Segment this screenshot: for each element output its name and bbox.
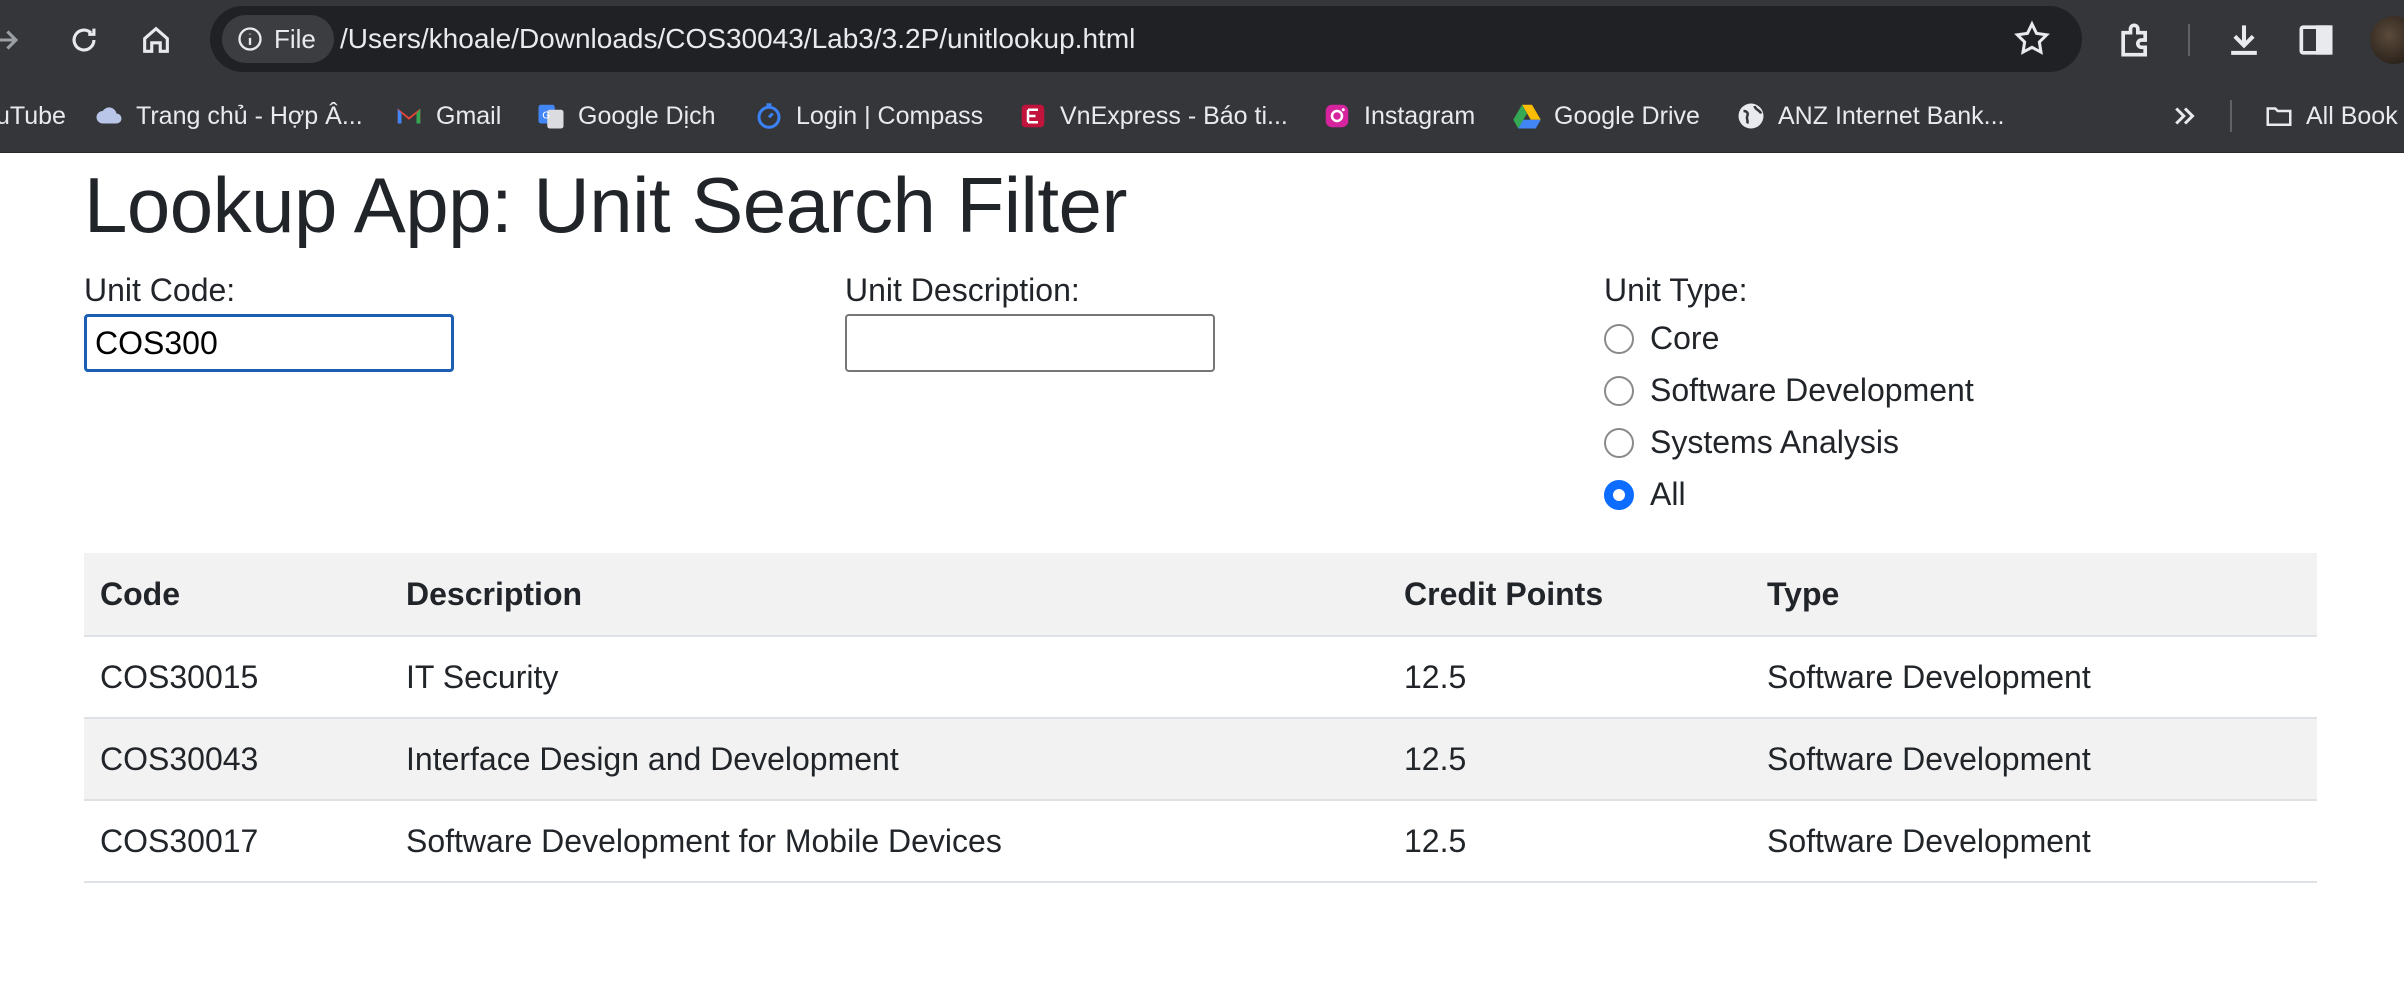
file-chip-label: File (274, 23, 316, 54)
bookmark-google-translate[interactable]: G Google Dịch (536, 80, 716, 152)
instagram-icon (1322, 101, 1352, 131)
bookmark-trang-chu[interactable]: Trang chủ - Hợp Â... (94, 80, 363, 152)
google-drive-icon (1512, 101, 1542, 131)
cell-description: Interface Design and Development (390, 718, 1388, 801)
cell-credit-points: 12.5 (1388, 636, 1751, 719)
compass-icon (754, 101, 784, 131)
extensions-icon[interactable] (2114, 18, 2158, 62)
units-table: Code Description Credit Points Type COS3… (84, 553, 2317, 883)
radio-core[interactable] (1604, 323, 1634, 354)
cell-type: Software Development (1751, 718, 2317, 801)
table-row: COS30043 Interface Design and Developmen… (84, 718, 2317, 801)
bookmark-compass[interactable]: Login | Compass (754, 80, 983, 152)
cell-description: Software Development for Mobile Devices (390, 800, 1388, 883)
cell-code: COS30017 (84, 800, 390, 883)
table-header-row: Code Description Credit Points Type (84, 553, 2317, 637)
radio-option-systems-analysis[interactable]: Systems Analysis (1604, 424, 1899, 461)
bookmark-label: All Book (2306, 101, 2398, 130)
site-info-chip[interactable]: File (222, 15, 334, 63)
bookmark-star-icon[interactable] (2012, 19, 2052, 59)
info-icon (238, 27, 262, 51)
more-bookmarks-button[interactable] (2170, 80, 2200, 152)
bookmark-all-bookmarks[interactable]: All Book (2264, 80, 2398, 152)
bookmark-label: VnExpress - Báo ti... (1060, 101, 1288, 130)
radio-software-development[interactable] (1604, 375, 1634, 406)
cell-credit-points: 12.5 (1388, 718, 1751, 801)
page-title: Lookup App: Unit Search Filter (84, 161, 1127, 249)
chevron-double-right-icon (2170, 101, 2200, 131)
cloud-icon (94, 101, 124, 131)
bookmarks-divider (2230, 100, 2232, 132)
profile-avatar[interactable] (2370, 16, 2404, 64)
forward-icon[interactable] (0, 12, 34, 68)
radio-label-software-development: Software Development (1650, 372, 1974, 408)
home-icon[interactable] (128, 12, 184, 68)
bookmark-gmail[interactable]: Gmail (394, 80, 501, 152)
bookmark-label: Instagram (1364, 101, 1476, 130)
radio-all[interactable] (1604, 479, 1634, 510)
bookmarks-bar: uTube Trang chủ - Hợp Â... Gmail G Googl… (0, 80, 2404, 153)
cell-type: Software Development (1751, 800, 2317, 883)
browser-toolbar: File /Users/khoale/Downloads/COS30043/La… (0, 0, 2404, 80)
bookmark-label: Gmail (436, 101, 502, 130)
bookmark-anz[interactable]: ANZ Internet Bank... (1736, 80, 2005, 152)
bookmark-label: Google Drive (1554, 101, 1700, 130)
unit-code-label: Unit Code: (84, 272, 236, 308)
radio-label-core: Core (1650, 320, 1720, 356)
bookmark-label: Login | Compass (796, 101, 984, 130)
unit-type-label: Unit Type: (1604, 272, 1748, 308)
address-bar[interactable]: File /Users/khoale/Downloads/COS30043/La… (210, 6, 2082, 72)
table-row: COS30017 Software Development for Mobile… (84, 800, 2317, 883)
bookmark-youtube[interactable]: uTube (0, 80, 66, 152)
header-code: Code (84, 553, 390, 637)
folder-icon (2264, 101, 2294, 131)
globe-icon (1736, 101, 1766, 131)
bookmark-label: Google Dịch (578, 101, 716, 130)
bookmark-vnexpress[interactable]: VnExpress - Báo ti... (1018, 80, 1288, 152)
radio-label-systems-analysis: Systems Analysis (1650, 424, 1899, 460)
radio-option-software-development[interactable]: Software Development (1604, 372, 1974, 409)
bookmark-label: uTube (0, 101, 66, 130)
cell-type: Software Development (1751, 636, 2317, 719)
bookmark-label: Trang chủ - Hợp Â... (136, 101, 363, 130)
reload-icon[interactable] (56, 12, 112, 68)
download-icon[interactable] (2222, 18, 2266, 62)
toolbar-divider (2188, 24, 2190, 56)
cell-code: COS30015 (84, 636, 390, 719)
header-credit-points: Credit Points (1388, 553, 1751, 637)
bookmark-label: ANZ Internet Bank... (1778, 101, 2005, 130)
radio-systems-analysis[interactable] (1604, 427, 1634, 458)
header-description: Description (390, 553, 1388, 637)
unit-code-input[interactable] (84, 314, 454, 372)
svg-text:G: G (542, 111, 550, 122)
url-text[interactable]: /Users/khoale/Downloads/COS30043/Lab3/3.… (340, 6, 1135, 72)
radio-label-all: All (1650, 476, 1686, 512)
unit-description-input[interactable] (845, 314, 1215, 372)
radio-option-all[interactable]: All (1604, 476, 1686, 513)
google-translate-icon: G (536, 101, 566, 131)
gmail-icon (394, 101, 424, 131)
side-panel-icon[interactable] (2294, 18, 2338, 62)
unit-description-label: Unit Description: (845, 272, 1080, 308)
bookmark-google-drive[interactable]: Google Drive (1512, 80, 1700, 152)
radio-option-core[interactable]: Core (1604, 320, 1719, 357)
cell-credit-points: 12.5 (1388, 800, 1751, 883)
vnexpress-icon (1018, 101, 1048, 131)
cell-code: COS30043 (84, 718, 390, 801)
header-type: Type (1751, 553, 2317, 637)
table-row: COS30015 IT Security 12.5 Software Devel… (84, 636, 2317, 719)
cell-description: IT Security (390, 636, 1388, 719)
bookmark-instagram[interactable]: Instagram (1322, 80, 1475, 152)
